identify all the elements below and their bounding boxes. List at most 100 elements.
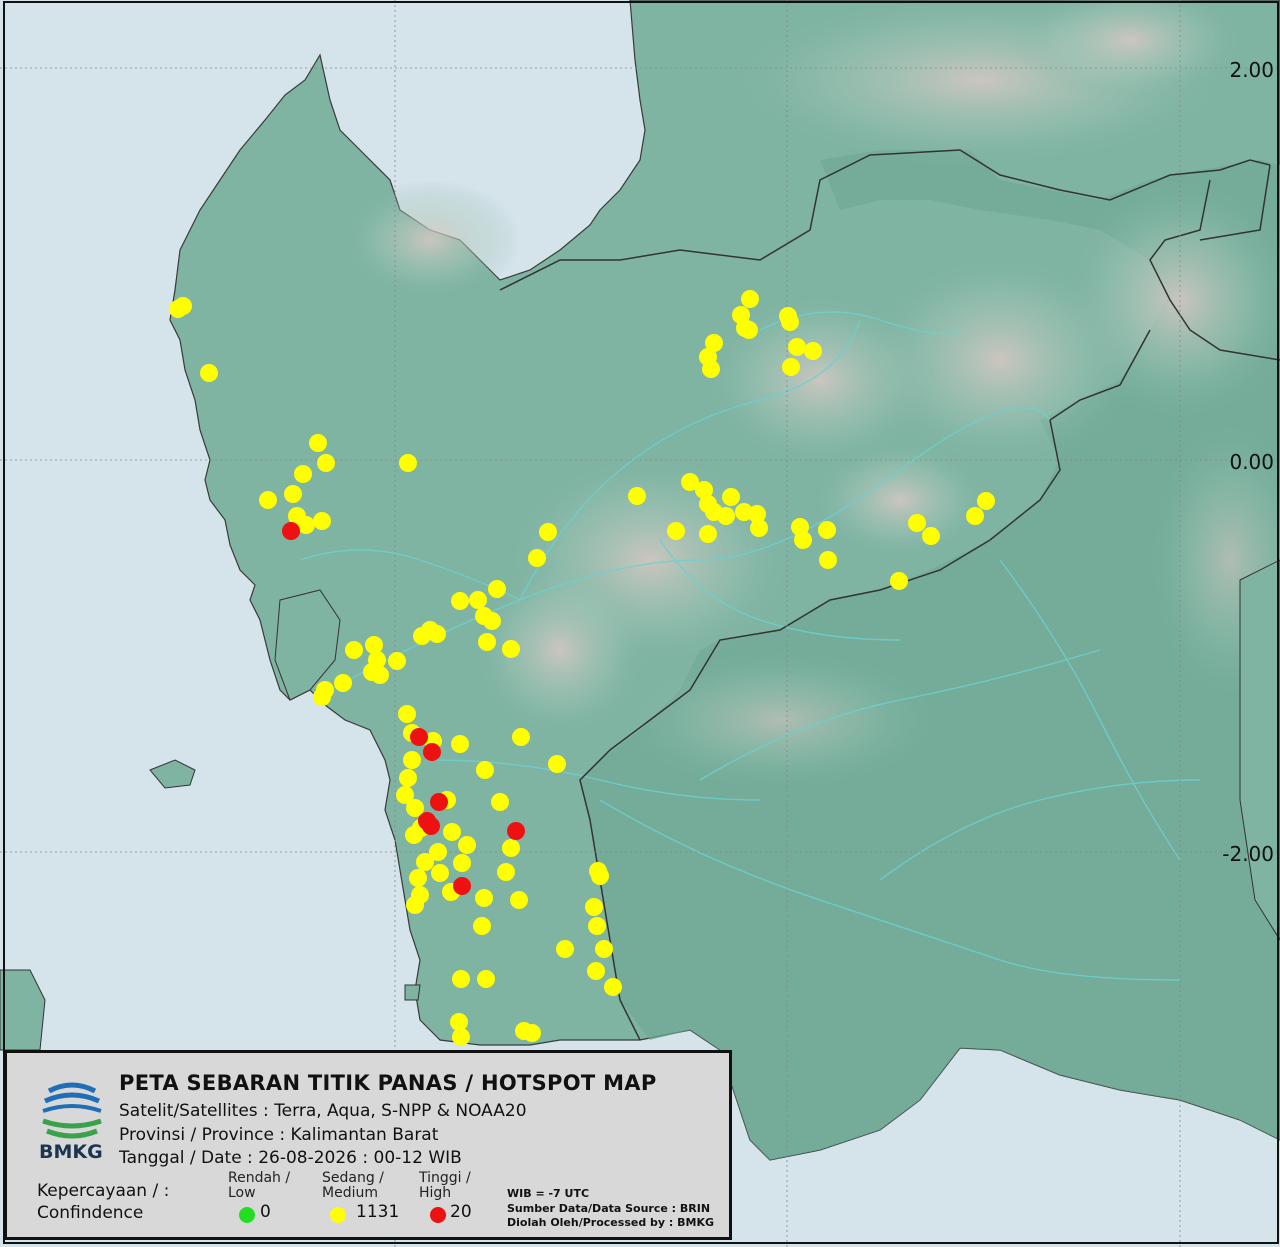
- high-confidence-dot: [430, 1207, 446, 1223]
- hotspot-medium-marker: [452, 970, 470, 988]
- hotspot-medium-marker: [284, 485, 302, 503]
- bmkg-logo-text: BMKG: [39, 1141, 103, 1163]
- hotspot-medium-marker: [200, 364, 218, 382]
- latitude-label-equator: 0.00: [1229, 450, 1274, 474]
- timezone-note: WIB = -7 UTC: [507, 1187, 590, 1200]
- hotspot-medium-marker: [317, 454, 335, 472]
- hotspot-medium-marker: [699, 525, 717, 543]
- hotspot-medium-marker: [740, 321, 758, 339]
- hotspot-medium-marker: [539, 523, 557, 541]
- low-confidence-dot: [239, 1207, 255, 1223]
- hotspot-medium-marker: [556, 940, 574, 958]
- hotspot-high-marker: [282, 522, 300, 540]
- latitude-label-south: -2.00: [1222, 842, 1274, 866]
- hotspot-medium-marker: [388, 652, 406, 670]
- hotspot-medium-marker: [502, 839, 520, 857]
- hotspot-medium-marker: [977, 492, 995, 510]
- hotspot-medium-marker: [478, 633, 496, 651]
- hotspot-medium-marker: [717, 507, 735, 525]
- confidence-label-en: Confindence: [37, 1203, 144, 1223]
- hotspot-medium-marker: [922, 527, 940, 545]
- hotspot-medium-marker: [510, 891, 528, 909]
- hotspot-medium-marker: [334, 674, 352, 692]
- date-line: Tanggal / Date : 26-08-2026 : 00-12 WIB: [119, 1148, 462, 1168]
- hotspot-medium-marker: [259, 491, 277, 509]
- low-count: 0: [260, 1202, 271, 1222]
- hotspot-medium-marker: [428, 625, 446, 643]
- map-title: PETA SEBARAN TITIK PANAS / HOTSPOT MAP: [119, 1071, 657, 1095]
- hotspot-medium-marker: [453, 854, 471, 872]
- hotspot-medium-marker: [966, 507, 984, 525]
- hotspot-medium-marker: [398, 705, 416, 723]
- hotspot-medium-marker: [491, 793, 509, 811]
- hotspot-high-marker: [507, 822, 525, 840]
- hotspot-medium-marker: [667, 522, 685, 540]
- processed-by-note: Diolah Oleh/Processed by : BMKG: [507, 1216, 715, 1229]
- hotspot-medium-marker: [406, 896, 424, 914]
- medium-confidence-dot: [330, 1207, 346, 1223]
- hotspot-medium-marker: [548, 755, 566, 773]
- hotspot-medium-marker: [908, 514, 926, 532]
- hotspot-medium-marker: [458, 836, 476, 854]
- hotspot-medium-marker: [451, 592, 469, 610]
- hotspot-medium-marker: [416, 853, 434, 871]
- high-category-label: Tinggi / High: [419, 1170, 471, 1201]
- map-legend: BMKG PETA SEBARAN TITIK PANAS / HOTSPOT …: [4, 1050, 732, 1240]
- hotspot-map-page: 2.00 0.00 -2.00 BMKG PETA SEBARAN TITIK …: [0, 0, 1280, 1247]
- hotspot-medium-marker: [794, 531, 812, 549]
- hotspot-high-marker: [453, 877, 471, 895]
- hotspot-medium-marker: [502, 640, 520, 658]
- hotspot-medium-marker: [475, 889, 493, 907]
- high-count: 20: [450, 1202, 472, 1222]
- hotspot-medium-marker: [890, 572, 908, 590]
- hotspot-medium-marker: [591, 867, 609, 885]
- medium-category-label: Sedang / Medium: [322, 1170, 384, 1201]
- hotspot-medium-marker: [371, 666, 389, 684]
- data-source-note: Sumber Data/Data Source : BRIN: [507, 1202, 711, 1215]
- hotspot-medium-marker: [587, 962, 605, 980]
- hotspot-medium-marker: [169, 300, 187, 318]
- hotspot-medium-marker: [451, 735, 469, 753]
- hotspot-medium-marker: [604, 978, 622, 996]
- hotspot-medium-marker: [403, 751, 421, 769]
- hotspot-medium-marker: [473, 917, 491, 935]
- hotspot-medium-marker: [399, 769, 417, 787]
- hotspot-medium-marker: [741, 290, 759, 308]
- hotspot-high-marker: [410, 728, 428, 746]
- hotspot-medium-marker: [585, 898, 603, 916]
- hotspot-medium-marker: [294, 465, 312, 483]
- hotspot-medium-marker: [488, 580, 506, 598]
- hotspot-medium-marker: [818, 521, 836, 539]
- satellites-line: Satelit/Satellites : Terra, Aqua, S-NPP …: [119, 1101, 527, 1121]
- hotspot-medium-marker: [595, 940, 613, 958]
- hotspot-medium-marker: [781, 313, 799, 331]
- hotspot-medium-marker: [702, 360, 720, 378]
- hotspot-medium-marker: [309, 434, 327, 452]
- hotspot-medium-marker: [788, 338, 806, 356]
- hotspot-high-marker: [423, 743, 441, 761]
- hotspot-medium-marker: [528, 549, 546, 567]
- hotspot-medium-marker: [497, 863, 515, 881]
- hotspot-medium-marker: [469, 591, 487, 609]
- hotspot-medium-marker: [313, 512, 331, 530]
- province-line: Provinsi / Province : Kalimantan Barat: [119, 1125, 439, 1145]
- hotspot-medium-marker: [431, 864, 449, 882]
- hotspot-medium-marker: [804, 342, 822, 360]
- hotspot-high-marker: [422, 817, 440, 835]
- hotspot-medium-marker: [313, 688, 331, 706]
- hotspot-medium-marker: [750, 519, 768, 537]
- hotspot-medium-marker: [345, 641, 363, 659]
- hotspot-medium-marker: [512, 728, 530, 746]
- low-category-label: Rendah / Low: [228, 1170, 291, 1201]
- hotspot-medium-marker: [399, 454, 417, 472]
- hotspot-medium-marker: [409, 869, 427, 887]
- latitude-label-north: 2.00: [1229, 58, 1274, 82]
- hotspot-medium-marker: [819, 551, 837, 569]
- confidence-label: Kepercayaan / :: [37, 1181, 170, 1201]
- hotspot-medium-marker: [476, 761, 494, 779]
- bmkg-logo: [42, 1082, 102, 1139]
- hotspot-medium-marker: [588, 917, 606, 935]
- hotspot-medium-marker: [483, 612, 501, 630]
- hotspot-medium-marker: [405, 826, 423, 844]
- hotspot-medium-marker: [477, 970, 495, 988]
